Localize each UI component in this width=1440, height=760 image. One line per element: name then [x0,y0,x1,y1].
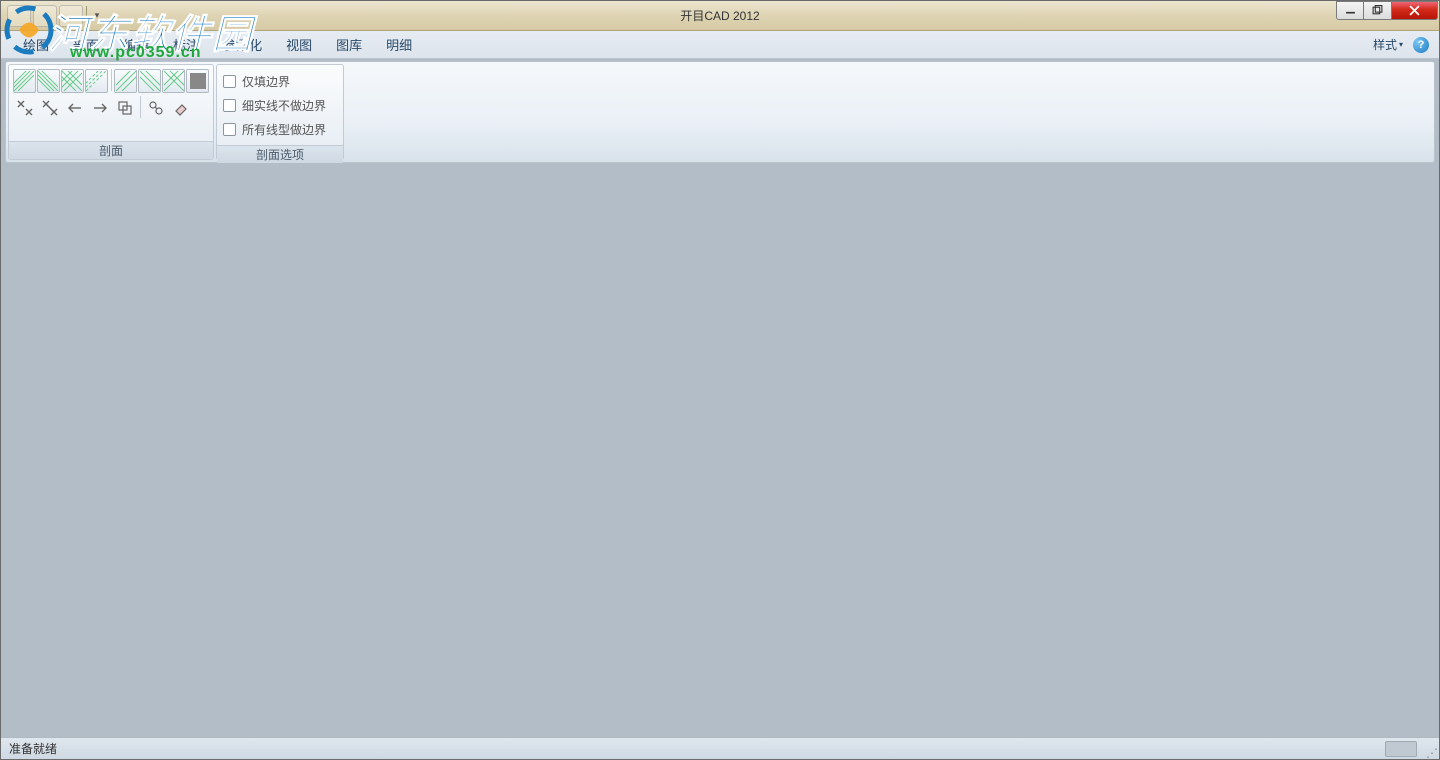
menu-section[interactable]: 剖面 [61,31,111,58]
qat-button-2[interactable] [33,5,57,27]
menu-parametric[interactable]: 参数化 [211,31,274,58]
tool-break-2[interactable] [38,96,62,120]
hatch-pattern-7[interactable] [162,69,185,93]
statusbar: 准备就绪 ⋰ [1,737,1439,759]
menu-edit[interactable]: 编辑 [111,31,161,58]
chevron-down-icon: ▾ [1399,40,1403,49]
qat-button-3[interactable] [59,5,83,27]
hatch-pattern-1[interactable] [13,69,36,93]
tool-arrow-right[interactable] [88,96,112,120]
status-text: 准备就绪 [9,740,57,757]
quick-access-toolbar: ▾ [1,5,104,27]
option-label: 细实线不做边界 [242,97,326,114]
tool-erase[interactable] [169,96,193,120]
checkbox-icon [223,99,236,112]
hatch-pattern-row [13,69,209,93]
menu-view[interactable]: 视图 [274,31,324,58]
ribbon-group-options: 仅填边界 细实线不做边界 所有线型做边界 剖面选项 [216,64,344,160]
close-button[interactable] [1392,1,1438,20]
resize-grip-icon[interactable]: ⋰ [1426,749,1436,757]
option-all-linetypes-row[interactable]: 所有线型做边界 [221,117,339,141]
tool-arrow-left[interactable] [63,96,87,120]
scroll-thumb[interactable] [1385,741,1417,757]
help-icon[interactable]: ? [1413,37,1429,53]
menu-library[interactable]: 图库 [324,31,374,58]
checkbox-icon [223,123,236,136]
option-thin-line-row[interactable]: 细实线不做边界 [221,93,339,117]
app-window: ▾ 开目CAD 2012 绘图 剖面 编辑 标注 参数化 视图 图库 明细 样式… [0,0,1440,760]
hatch-pattern-5[interactable] [114,69,137,93]
style-dropdown[interactable]: 样式 ▾ [1369,34,1407,55]
hatch-pattern-2[interactable] [37,69,60,93]
ribbon-group-options-title: 剖面选项 [217,145,343,163]
menu-draw[interactable]: 绘图 [11,31,61,58]
titlebar: ▾ 开目CAD 2012 [1,1,1439,31]
ribbon-group-section-title: 剖面 [9,141,213,159]
checkbox-icon [223,75,236,88]
section-tool-row [13,96,209,120]
tool-region[interactable] [144,96,168,120]
style-label: 样式 [1373,36,1397,53]
maximize-button[interactable] [1364,1,1392,20]
hatch-pattern-3[interactable] [61,69,84,93]
drawing-canvas[interactable] [5,165,1435,737]
option-label: 仅填边界 [242,73,290,90]
hatch-separator [111,69,112,91]
option-boundary-only-row[interactable]: 仅填边界 [221,69,339,93]
hatch-pattern-6[interactable] [138,69,161,93]
menu-annotate[interactable]: 标注 [161,31,211,58]
tool-copy[interactable] [113,96,137,120]
qat-customize-arrow[interactable]: ▾ [90,5,104,27]
window-title: 开目CAD 2012 [680,7,759,24]
tool-separator [140,96,141,118]
menu-detail[interactable]: 明细 [374,31,424,58]
qat-divider [86,6,87,26]
option-label: 所有线型做边界 [242,121,326,138]
qat-button-1[interactable] [7,5,31,27]
menubar: 绘图 剖面 编辑 标注 参数化 视图 图库 明细 样式 ▾ ? [1,31,1439,59]
hatch-solid[interactable] [186,69,209,93]
hatch-pattern-4[interactable] [85,69,108,93]
ribbon-group-section: 剖面 [8,64,214,160]
minimize-button[interactable] [1336,1,1364,20]
window-controls [1336,1,1438,21]
tool-break-1[interactable] [13,96,37,120]
ribbon: 剖面 仅填边界 细实线不做边界 所有线型做边界 剖面选项 [5,61,1435,163]
